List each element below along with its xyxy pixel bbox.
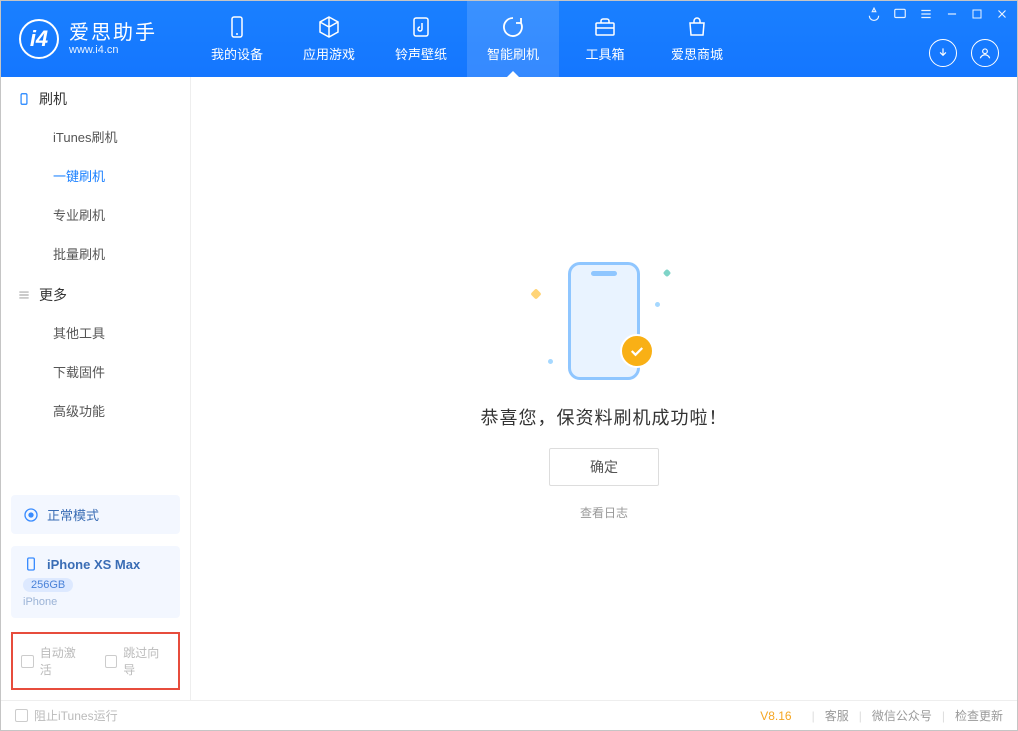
tab-label: 应用游戏: [303, 44, 355, 63]
group-label: 刷机: [39, 89, 67, 109]
theme-icon[interactable]: [867, 7, 881, 21]
tab-smart-flash[interactable]: 智能刷机: [467, 1, 559, 77]
logo-text: 爱思助手 www.i4.cn: [69, 22, 157, 56]
toolbox-icon: [593, 15, 617, 39]
tab-toolbox[interactable]: 工具箱: [559, 1, 651, 77]
minimize-icon[interactable]: [945, 7, 959, 21]
options-highlight-box: 自动激活 跳过向导: [11, 632, 180, 690]
body-area: 刷机 iTunes刷机 一键刷机 专业刷机 批量刷机 更多 其他工具 下载固件 …: [1, 77, 1017, 700]
sidebar-item-advanced[interactable]: 高级功能: [1, 391, 190, 430]
checkbox-label: 阻止iTunes运行: [34, 707, 118, 724]
checkbox-skip-guide[interactable]: 跳过向导: [105, 644, 171, 678]
sidebar-item-pro-flash[interactable]: 专业刷机: [1, 195, 190, 234]
logo-area: i4 爱思助手 www.i4.cn: [1, 1, 191, 77]
version-label: V8.16: [760, 709, 791, 723]
refresh-shield-icon: [501, 15, 525, 39]
checkbox-block-itunes[interactable]: 阻止iTunes运行: [15, 707, 118, 724]
tab-my-device[interactable]: 我的设备: [191, 1, 283, 77]
tab-label: 智能刷机: [487, 44, 539, 63]
footer-bar: 阻止iTunes运行 V8.16 | 客服 | 微信公众号 | 检查更新: [1, 700, 1017, 730]
main-content: 恭喜您，保资料刷机成功啦！ 确定 查看日志: [191, 77, 1017, 700]
account-button[interactable]: [971, 39, 999, 67]
download-button[interactable]: [929, 39, 957, 67]
sidebar-item-one-click-flash[interactable]: 一键刷机: [1, 156, 190, 195]
status-label: 正常模式: [47, 505, 99, 524]
sidebar-item-batch-flash[interactable]: 批量刷机: [1, 234, 190, 273]
tab-label: 工具箱: [585, 44, 624, 63]
footer-link-support[interactable]: 客服: [825, 707, 849, 724]
tab-label: 铃声壁纸: [395, 44, 447, 63]
main-tabs: 我的设备 应用游戏 铃声壁纸 智能刷机 工具箱 爱思商城: [191, 1, 743, 77]
view-log-link[interactable]: 查看日志: [580, 504, 628, 521]
brand-name: 爱思助手: [69, 22, 157, 44]
check-badge-icon: [620, 334, 654, 368]
success-message: 恭喜您，保资料刷机成功啦！: [481, 404, 728, 430]
device-type: iPhone: [23, 596, 168, 608]
menu-icon[interactable]: [919, 7, 933, 21]
music-file-icon: [409, 15, 433, 39]
tab-label: 爱思商城: [671, 44, 723, 63]
sidebar: 刷机 iTunes刷机 一键刷机 专业刷机 批量刷机 更多 其他工具 下载固件 …: [1, 77, 191, 700]
sidebar-group-flash: 刷机: [1, 77, 190, 117]
device-small-icon: [17, 92, 31, 106]
device-capacity: 256GB: [23, 578, 73, 592]
device-status-card[interactable]: 正常模式: [11, 495, 180, 534]
sidebar-item-download-firmware[interactable]: 下载固件: [1, 352, 190, 391]
window-controls: [867, 7, 1009, 21]
header-actions: [929, 39, 999, 67]
tab-label: 我的设备: [211, 44, 263, 63]
device-name: iPhone XS Max: [47, 557, 140, 572]
phone-icon: [225, 15, 249, 39]
tab-store[interactable]: 爱思商城: [651, 1, 743, 77]
bag-icon: [685, 15, 709, 39]
phone-small-icon: [23, 556, 39, 572]
feedback-icon[interactable]: [893, 7, 907, 21]
cube-icon: [317, 15, 341, 39]
device-info-card[interactable]: iPhone XS Max 256GB iPhone: [11, 546, 180, 618]
tab-apps-games[interactable]: 应用游戏: [283, 1, 375, 77]
footer-link-wechat[interactable]: 微信公众号: [872, 707, 932, 724]
group-label: 更多: [39, 285, 67, 305]
sidebar-item-itunes-flash[interactable]: iTunes刷机: [1, 117, 190, 156]
sidebar-item-other-tools[interactable]: 其他工具: [1, 313, 190, 352]
success-illustration: [514, 256, 694, 386]
header-bar: i4 爱思助手 www.i4.cn 我的设备 应用游戏 铃声壁纸 智能刷机 工具…: [1, 1, 1017, 77]
checkbox-label: 跳过向导: [123, 644, 170, 678]
sidebar-group-more: 更多: [1, 273, 190, 313]
confirm-button[interactable]: 确定: [549, 448, 659, 486]
checkbox-label: 自动激活: [40, 644, 87, 678]
tab-ringtone-wallpaper[interactable]: 铃声壁纸: [375, 1, 467, 77]
footer-link-update[interactable]: 检查更新: [955, 707, 1003, 724]
close-icon[interactable]: [995, 7, 1009, 21]
logo-icon: i4: [19, 19, 59, 59]
brand-url: www.i4.cn: [69, 44, 157, 56]
checkbox-auto-activate[interactable]: 自动激活: [21, 644, 87, 678]
list-icon: [17, 288, 31, 302]
maximize-icon[interactable]: [971, 8, 983, 20]
status-icon: [23, 507, 39, 523]
